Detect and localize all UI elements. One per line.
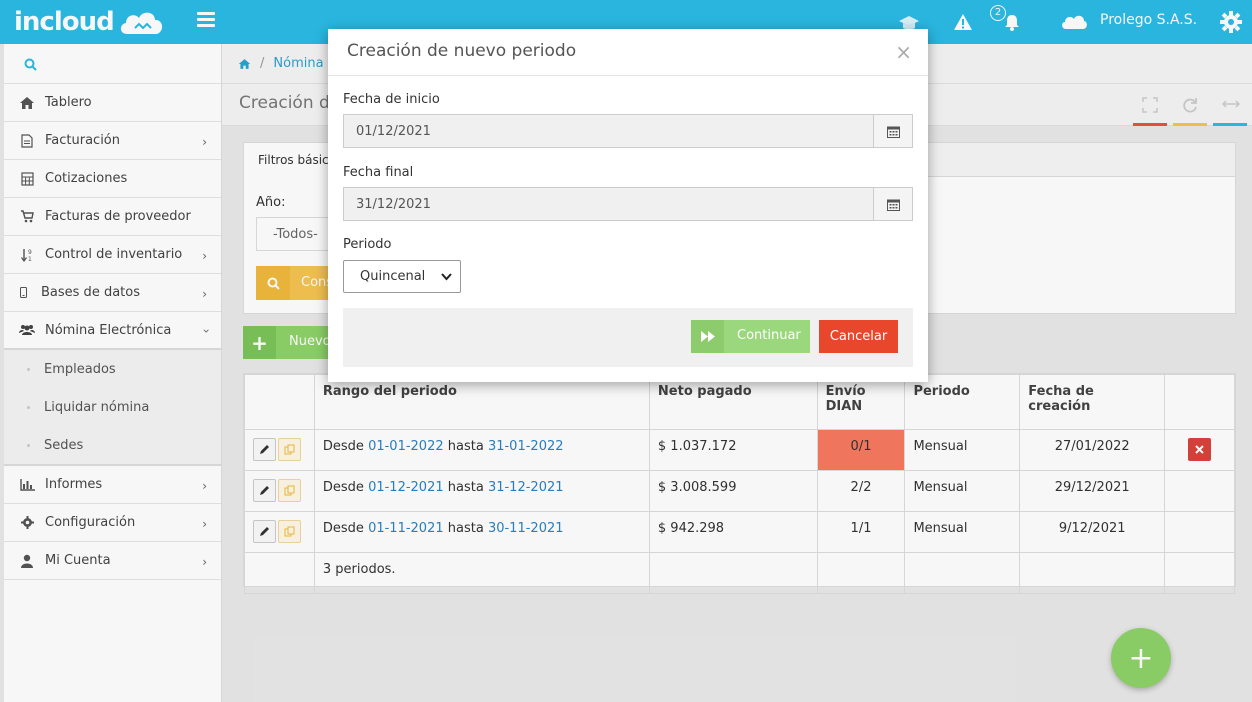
modal-footer: Continuar Cancelar	[343, 308, 913, 367]
continuar-button[interactable]: Continuar	[691, 320, 810, 353]
periodo-select[interactable]: Quincenal	[343, 260, 461, 293]
fast-forward-icon	[691, 320, 724, 353]
fecha-inicio-label: Fecha de inicio	[343, 92, 440, 107]
calendar-icon	[886, 126, 900, 138]
continuar-label: Continuar	[737, 328, 801, 343]
calendar-icon	[886, 199, 900, 211]
nuevo-periodo-modal: Creación de nuevo periodo × Fecha de ini…	[328, 29, 928, 382]
fecha-final-calendar-button[interactable]	[873, 187, 913, 221]
chevron-down-icon	[441, 273, 452, 281]
close-icon[interactable]: ×	[895, 40, 912, 64]
fecha-final-input[interactable]: 31/12/2021	[343, 187, 874, 221]
fecha-final-label: Fecha final	[343, 165, 414, 180]
periodo-label: Periodo	[343, 237, 392, 252]
cancelar-button[interactable]: Cancelar	[819, 320, 898, 353]
modal-header: Creación de nuevo periodo ×	[328, 29, 928, 76]
fecha-inicio-input[interactable]: 01/12/2021	[343, 114, 874, 148]
periodo-selected-value: Quincenal	[360, 269, 426, 284]
fecha-inicio-calendar-button[interactable]	[873, 114, 913, 148]
modal-title: Creación de nuevo periodo	[347, 41, 577, 61]
